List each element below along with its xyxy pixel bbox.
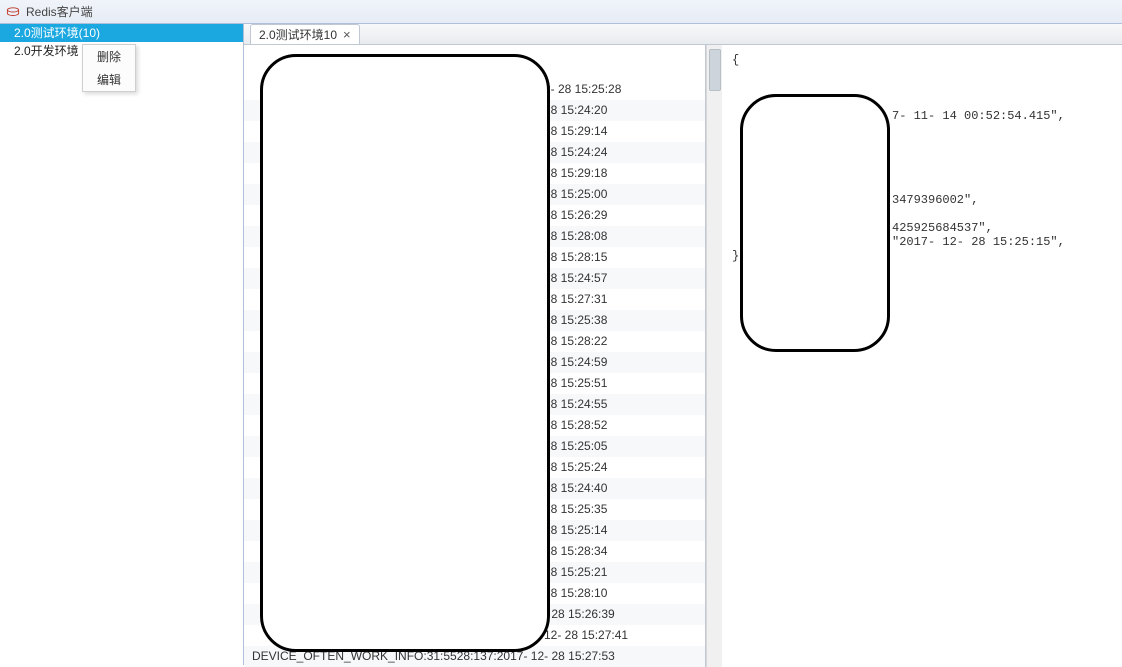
detail-line [732,67,1112,81]
context-menu: 删除 编辑 [82,44,136,92]
detail-line [732,81,1112,95]
titlebar: Redis客户端 [0,0,1122,24]
redaction-overlay [260,54,550,652]
tabbar: 2.0测试环境10 × [244,24,1122,45]
detail-line: { [732,53,1112,67]
context-menu-edit[interactable]: 编辑 [83,68,135,91]
close-icon[interactable]: × [343,25,351,45]
sidebar-item-test-env[interactable]: 2.0测试环境(10) [0,24,243,42]
app-icon [6,5,20,19]
sidebar: 2.0测试环境(10) 2.0开发环境 删除 编辑 [0,24,244,665]
redaction-overlay [740,94,890,352]
keys-scrollbar[interactable] [706,45,722,667]
context-menu-delete[interactable]: 删除 [83,45,135,68]
main-area: 2.0测试环境(10) 2.0开发环境 删除 编辑 2.0测试环境10 × 2-… [0,24,1122,665]
keys-scroll-thumb[interactable] [709,49,721,91]
window-title: Redis客户端 [26,3,93,20]
tab-label: 2.0测试环境10 [259,25,337,45]
tab-test-env[interactable]: 2.0测试环境10 × [250,24,360,44]
